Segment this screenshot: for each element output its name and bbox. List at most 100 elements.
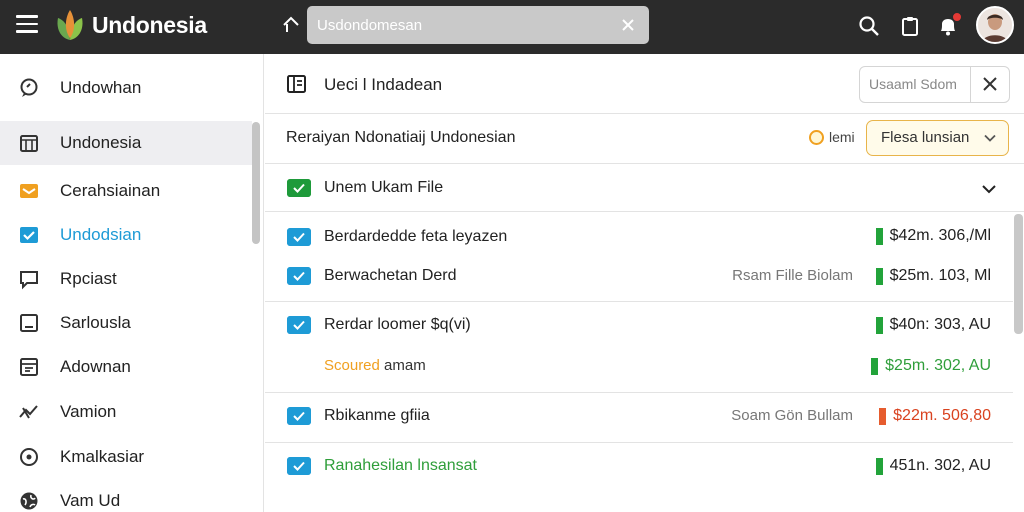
sidebar-item-undodsian[interactable]: Undodsian bbox=[0, 213, 252, 257]
calendar-icon bbox=[20, 135, 38, 152]
user-avatar-icon bbox=[978, 8, 1012, 42]
list-item-label[interactable]: Rbikanme gfiia bbox=[324, 407, 430, 425]
sidebar-item-vam-ud[interactable]: Vam Ud bbox=[0, 479, 252, 512]
target-icon bbox=[20, 448, 38, 466]
clock-icon bbox=[809, 130, 824, 145]
section-title: Reraiyan Ndonatiaij Undonesian bbox=[286, 129, 516, 146]
amount-value: $25m. 103, Ml bbox=[889, 267, 991, 284]
group-label: Unem Ukam File bbox=[324, 179, 444, 196]
list-item-amount: 451n. 302, AU bbox=[875, 457, 991, 475]
list-item-label[interactable]: Berwachetan Derd bbox=[324, 267, 457, 285]
globe-icon bbox=[20, 492, 38, 510]
amount-value: $42m. 306,/Ml bbox=[889, 227, 991, 244]
sublabel-accent: Scoured bbox=[324, 357, 380, 374]
filter-dropdown[interactable]: Flesa lunsian bbox=[866, 120, 1009, 156]
filter-dropdown-value: Flesa lunsian bbox=[881, 129, 970, 146]
sidebar-item-kmalkasiar[interactable]: Kmalkasiar bbox=[0, 435, 252, 479]
list-item-label[interactable]: Berdardedde feta leyazen bbox=[324, 228, 507, 246]
app-title: Undonesia bbox=[92, 12, 207, 38]
activity-icon bbox=[19, 405, 38, 419]
leaf-logo-icon bbox=[57, 10, 83, 40]
sidebar-item-label: Rpciast bbox=[60, 269, 117, 288]
list-item-amount: $25m. 302, AU bbox=[871, 357, 991, 375]
avatar[interactable] bbox=[976, 6, 1014, 44]
chevron-down-icon[interactable] bbox=[982, 182, 996, 196]
global-search bbox=[307, 6, 649, 44]
sidebar-item-label: Sarlousla bbox=[60, 313, 131, 332]
sidebar-item-sarlousla[interactable]: Sarlousla bbox=[0, 301, 252, 345]
panel-subheader: Reraiyan Ndonatiaij Undonesian lemi Fles… bbox=[265, 114, 1024, 164]
amount-value: $40n: 303, AU bbox=[889, 316, 991, 333]
document-icon bbox=[287, 75, 306, 93]
menu-icon[interactable] bbox=[16, 15, 38, 33]
divider bbox=[265, 301, 1013, 302]
sidebar-item-label: Cerahsiainan bbox=[60, 181, 161, 200]
checkbox-checked-icon[interactable] bbox=[287, 457, 311, 475]
sidebar-item-rpciast[interactable]: Rpciast bbox=[0, 257, 252, 301]
sidebar-scrollbar[interactable] bbox=[252, 122, 260, 244]
status-bar bbox=[875, 317, 883, 334]
status-bar bbox=[879, 408, 887, 425]
chevron-down-icon bbox=[984, 134, 996, 142]
sidebar-item-cerahsiainan[interactable]: Cerahsiainan bbox=[0, 169, 252, 213]
list-item-label[interactable]: Rerdar loomer $q(vi) bbox=[324, 316, 471, 334]
group-header[interactable]: Unem Ukam File bbox=[265, 164, 1024, 212]
sidebar-item-undonesia[interactable]: Undonesia bbox=[0, 121, 252, 165]
sidebar-item-label: Undodsian bbox=[60, 225, 142, 244]
filter-tag-label: lemi bbox=[829, 129, 855, 145]
sidebar: Undowhan Undonesia Cerahsiainan Undodsia… bbox=[0, 54, 264, 512]
mail-icon bbox=[20, 184, 38, 198]
sidebar-item-vamion[interactable]: Vamion bbox=[0, 390, 252, 434]
list-item-meta: Rsam Fille Biolam bbox=[732, 267, 853, 284]
table-icon bbox=[20, 358, 38, 376]
sidebar-item-label: Kmalkasiar bbox=[60, 447, 145, 466]
amount-value: 451n. 302, AU bbox=[889, 457, 991, 474]
status-bar bbox=[871, 358, 879, 375]
sidebar-item-label: Vam Ud bbox=[60, 491, 121, 510]
main-panel: Ueci l Indadean Usaaml Sdom Reraiyan Ndo… bbox=[265, 54, 1024, 512]
clear-search-icon[interactable] bbox=[619, 16, 637, 34]
sidebar-item-label: Undowhan bbox=[60, 78, 142, 97]
divider bbox=[265, 392, 1013, 393]
checkbox-checked-icon[interactable] bbox=[287, 267, 311, 285]
sidebar-item-adownan[interactable]: Adownan bbox=[0, 345, 252, 389]
sidebar-item-label: Undonesia bbox=[60, 133, 142, 152]
search-icon[interactable] bbox=[857, 14, 881, 38]
amount-value: $22m. 506,80 bbox=[893, 407, 991, 424]
frame-icon bbox=[20, 314, 38, 332]
list-item-amount: $42m. 306,/Ml bbox=[875, 227, 991, 245]
status-bar bbox=[875, 268, 883, 285]
sidebar-item-undowhan[interactable]: Undowhan bbox=[0, 66, 252, 110]
list-item-sublabel[interactable]: Scoured amam bbox=[324, 357, 426, 374]
home-icon[interactable] bbox=[280, 14, 302, 36]
filter-tag[interactable]: lemi bbox=[809, 129, 855, 145]
list-item-label[interactable]: Ranahesilan lnsansat bbox=[324, 457, 477, 475]
amount-value: $25m. 302, AU bbox=[885, 357, 991, 374]
checkbox-icon bbox=[20, 227, 38, 243]
close-button[interactable] bbox=[970, 66, 1010, 103]
clipboard-icon[interactable] bbox=[898, 14, 922, 38]
panel-header: Ueci l Indadean Usaaml Sdom bbox=[265, 54, 1024, 114]
list-item-amount: $40n: 303, AU bbox=[875, 316, 991, 334]
notification-badge bbox=[952, 12, 962, 22]
list-item-amount: $25m. 103, Ml bbox=[875, 267, 991, 285]
checkbox-checked-icon[interactable] bbox=[287, 179, 311, 197]
list-scrollbar[interactable] bbox=[1014, 214, 1023, 334]
list-item-meta: Soam Gön Bullam bbox=[731, 407, 853, 424]
item-list: Berdardedde feta leyazen $42m. 306,/Ml B… bbox=[265, 212, 1013, 512]
search-input[interactable] bbox=[317, 6, 607, 44]
checkbox-checked-icon[interactable] bbox=[287, 407, 311, 425]
page-title: Ueci l Indadean bbox=[324, 75, 443, 94]
sidebar-item-label: Adownan bbox=[60, 357, 131, 376]
top-app-bar: Undonesia bbox=[0, 0, 1024, 54]
status-bar bbox=[875, 458, 883, 475]
sublabel-rest: amam bbox=[379, 357, 426, 374]
message-icon bbox=[20, 271, 38, 290]
panel-search-field[interactable]: Usaaml Sdom bbox=[859, 66, 971, 103]
chat-icon bbox=[20, 78, 38, 97]
close-icon bbox=[983, 77, 997, 91]
checkbox-checked-icon[interactable] bbox=[287, 316, 311, 334]
checkbox-checked-icon[interactable] bbox=[287, 228, 311, 246]
divider bbox=[265, 442, 1013, 443]
status-bar bbox=[875, 228, 883, 245]
